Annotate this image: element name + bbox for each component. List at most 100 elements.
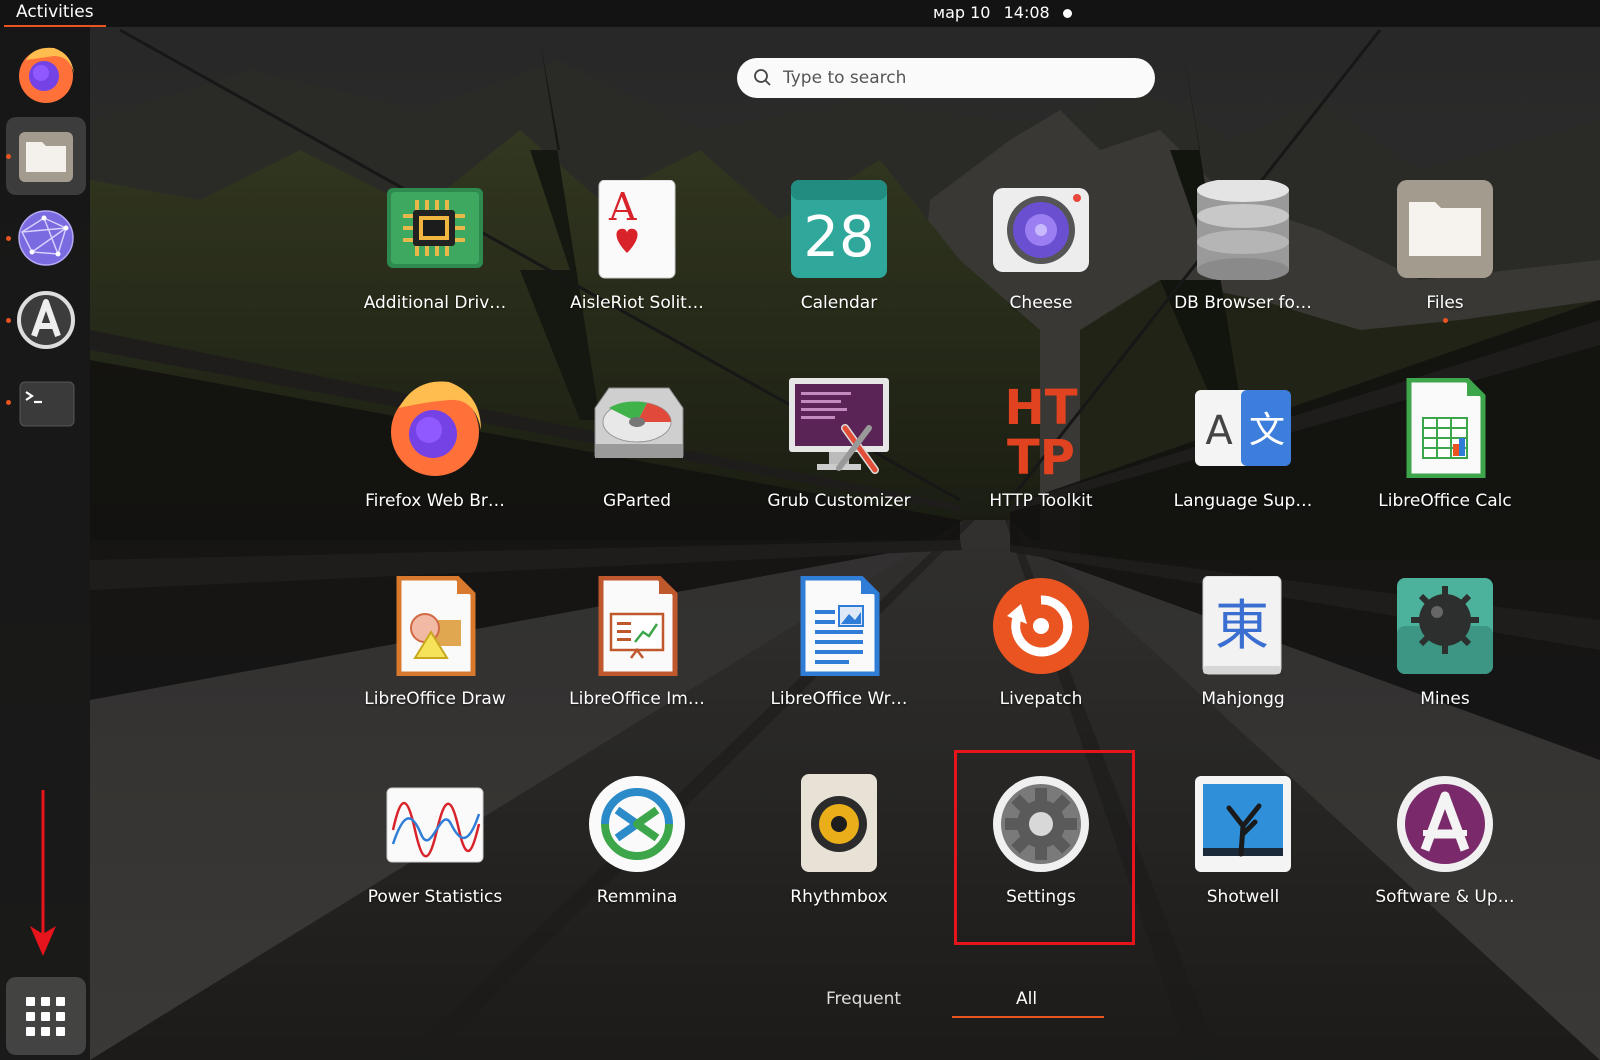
app-label: Rhythmbox bbox=[790, 887, 888, 907]
app-label: Mahjongg bbox=[1201, 689, 1285, 709]
app-label: Files bbox=[1426, 293, 1464, 313]
app-libreoffice-draw[interactable]: LibreOffice Draw bbox=[350, 575, 520, 746]
app-firefox[interactable]: Firefox Web Br… bbox=[350, 378, 520, 548]
chip-icon bbox=[387, 188, 483, 268]
speaker-icon bbox=[801, 774, 877, 872]
app-label: LibreOffice Wr… bbox=[770, 689, 908, 709]
app-libreoffice-calc[interactable]: LibreOffice Calc bbox=[1360, 377, 1530, 548]
files-folder-icon bbox=[19, 132, 73, 182]
svg-text:HT: HT bbox=[1005, 380, 1078, 436]
svg-text:TP: TP bbox=[1007, 430, 1075, 478]
app-label: HTTP Toolkit bbox=[989, 491, 1093, 511]
spreadsheet-icon bbox=[1406, 377, 1486, 479]
mahjongg-tile-icon: 東 bbox=[1202, 575, 1282, 675]
app-additional-drivers[interactable]: Additional Driv… bbox=[350, 180, 520, 350]
playing-card-icon: A bbox=[598, 179, 676, 279]
app-label: Livepatch bbox=[999, 689, 1083, 709]
photo-tree-icon bbox=[1195, 776, 1291, 872]
app-label: Shotwell bbox=[1206, 887, 1280, 907]
app-shotwell[interactable]: Shotwell bbox=[1158, 774, 1328, 944]
app-label: GParted bbox=[603, 491, 671, 511]
app-label: LibreOffice Calc bbox=[1378, 491, 1512, 511]
dock-item-terminal[interactable] bbox=[6, 363, 86, 441]
search-input[interactable] bbox=[783, 64, 1133, 92]
app-power-statistics[interactable]: Power Statistics bbox=[350, 774, 520, 944]
app-label: Power Statistics bbox=[367, 887, 503, 907]
calendar-icon: 28 bbox=[791, 180, 887, 278]
app-label: Software & Up… bbox=[1375, 887, 1515, 907]
app-label: Additional Driv… bbox=[363, 293, 507, 313]
draw-icon bbox=[396, 575, 476, 677]
app-label: Mines bbox=[1420, 689, 1470, 709]
firefox-icon bbox=[19, 47, 74, 103]
app-gparted[interactable]: GParted bbox=[552, 378, 722, 548]
app-db-browser[interactable]: DB Browser fo… bbox=[1158, 178, 1328, 350]
app-mahjongg[interactable]: 東 Mahjongg bbox=[1158, 575, 1328, 746]
svg-text:A: A bbox=[608, 185, 637, 229]
livepatch-icon bbox=[993, 578, 1089, 674]
app-calendar[interactable]: 28 Calendar bbox=[754, 180, 924, 350]
dock-item-files[interactable] bbox=[6, 117, 86, 195]
app-livepatch[interactable]: Livepatch bbox=[956, 576, 1126, 746]
tab-all[interactable]: All bbox=[1016, 989, 1037, 1009]
grub-monitor-icon bbox=[789, 378, 889, 474]
database-icon bbox=[1197, 178, 1289, 282]
app-grub-customizer[interactable]: Grub Customizer bbox=[754, 378, 924, 548]
svg-text:28: 28 bbox=[803, 205, 874, 270]
dock-running-indicator bbox=[6, 236, 11, 241]
active-tab-underline bbox=[952, 1016, 1104, 1018]
top-bar: Activities мар 10 14:08 bbox=[0, 0, 1600, 27]
tab-frequent[interactable]: Frequent bbox=[826, 989, 901, 1009]
status-indicator-dot[interactable] bbox=[1063, 9, 1072, 18]
dock-item-software-updater[interactable] bbox=[6, 281, 86, 359]
app-remmina[interactable]: Remmina bbox=[552, 774, 722, 944]
highlight-box-settings bbox=[954, 750, 1135, 945]
search-bar[interactable] bbox=[737, 58, 1155, 98]
app-cheese[interactable]: Cheese bbox=[956, 180, 1126, 350]
remmina-icon bbox=[589, 776, 685, 872]
clock[interactable]: мар 10 14:08 bbox=[933, 3, 1050, 22]
app-libreoffice-writer[interactable]: LibreOffice Wr… bbox=[754, 575, 924, 746]
http-toolkit-icon: HT TP bbox=[1005, 380, 1078, 486]
svg-text:文: 文 bbox=[1249, 410, 1285, 451]
app-http-toolkit[interactable]: HT TP HTTP Toolkit bbox=[956, 378, 1126, 548]
dock-item-web-browser[interactable] bbox=[6, 199, 86, 277]
app-running-indicator bbox=[1443, 318, 1448, 323]
app-view-tabs: Frequent All bbox=[0, 985, 1600, 1025]
software-updater-icon bbox=[17, 291, 75, 349]
app-label: DB Browser fo… bbox=[1174, 293, 1312, 313]
annotation-arrow-icon bbox=[30, 790, 56, 956]
app-label: LibreOffice Draw bbox=[364, 689, 506, 709]
app-libreoffice-impress[interactable]: LibreOffice Im… bbox=[552, 575, 722, 746]
app-rhythmbox[interactable]: Rhythmbox bbox=[754, 774, 924, 944]
app-label: Grub Customizer bbox=[767, 491, 911, 511]
harddisk-icon bbox=[594, 387, 684, 458]
app-label: LibreOffice Im… bbox=[569, 689, 705, 709]
app-label: Language Sup… bbox=[1173, 491, 1313, 511]
app-files[interactable]: Files bbox=[1360, 180, 1530, 350]
app-language-support[interactable]: A 文 Language Sup… bbox=[1158, 378, 1328, 548]
presentation-icon bbox=[598, 575, 678, 677]
app-aisleriot-solitaire[interactable]: A AisleRiot Solit… bbox=[552, 179, 722, 350]
power-graph-icon bbox=[386, 787, 484, 863]
search-icon bbox=[754, 69, 771, 86]
files-folder-icon bbox=[1397, 180, 1493, 278]
clock-time: 14:08 bbox=[1003, 3, 1050, 22]
webcam-icon bbox=[993, 188, 1089, 272]
mine-icon bbox=[1397, 578, 1493, 674]
svg-text:A: A bbox=[1205, 408, 1233, 454]
globe-network-icon bbox=[18, 210, 74, 266]
firefox-icon bbox=[391, 381, 481, 476]
dock-item-firefox[interactable] bbox=[6, 35, 86, 113]
terminal-icon bbox=[19, 381, 75, 427]
dock-running-indicator bbox=[6, 154, 11, 159]
app-label: Remmina bbox=[596, 887, 678, 907]
app-label: Calendar bbox=[800, 293, 878, 313]
writer-document-icon bbox=[800, 575, 880, 677]
svg-text:東: 東 bbox=[1215, 594, 1269, 657]
software-updater-icon bbox=[1397, 776, 1493, 872]
app-software-updates[interactable]: Software & Up… bbox=[1360, 774, 1530, 944]
activities-button[interactable]: Activities bbox=[0, 0, 106, 27]
app-mines[interactable]: Mines bbox=[1360, 576, 1530, 746]
clock-date: мар 10 bbox=[933, 3, 991, 22]
